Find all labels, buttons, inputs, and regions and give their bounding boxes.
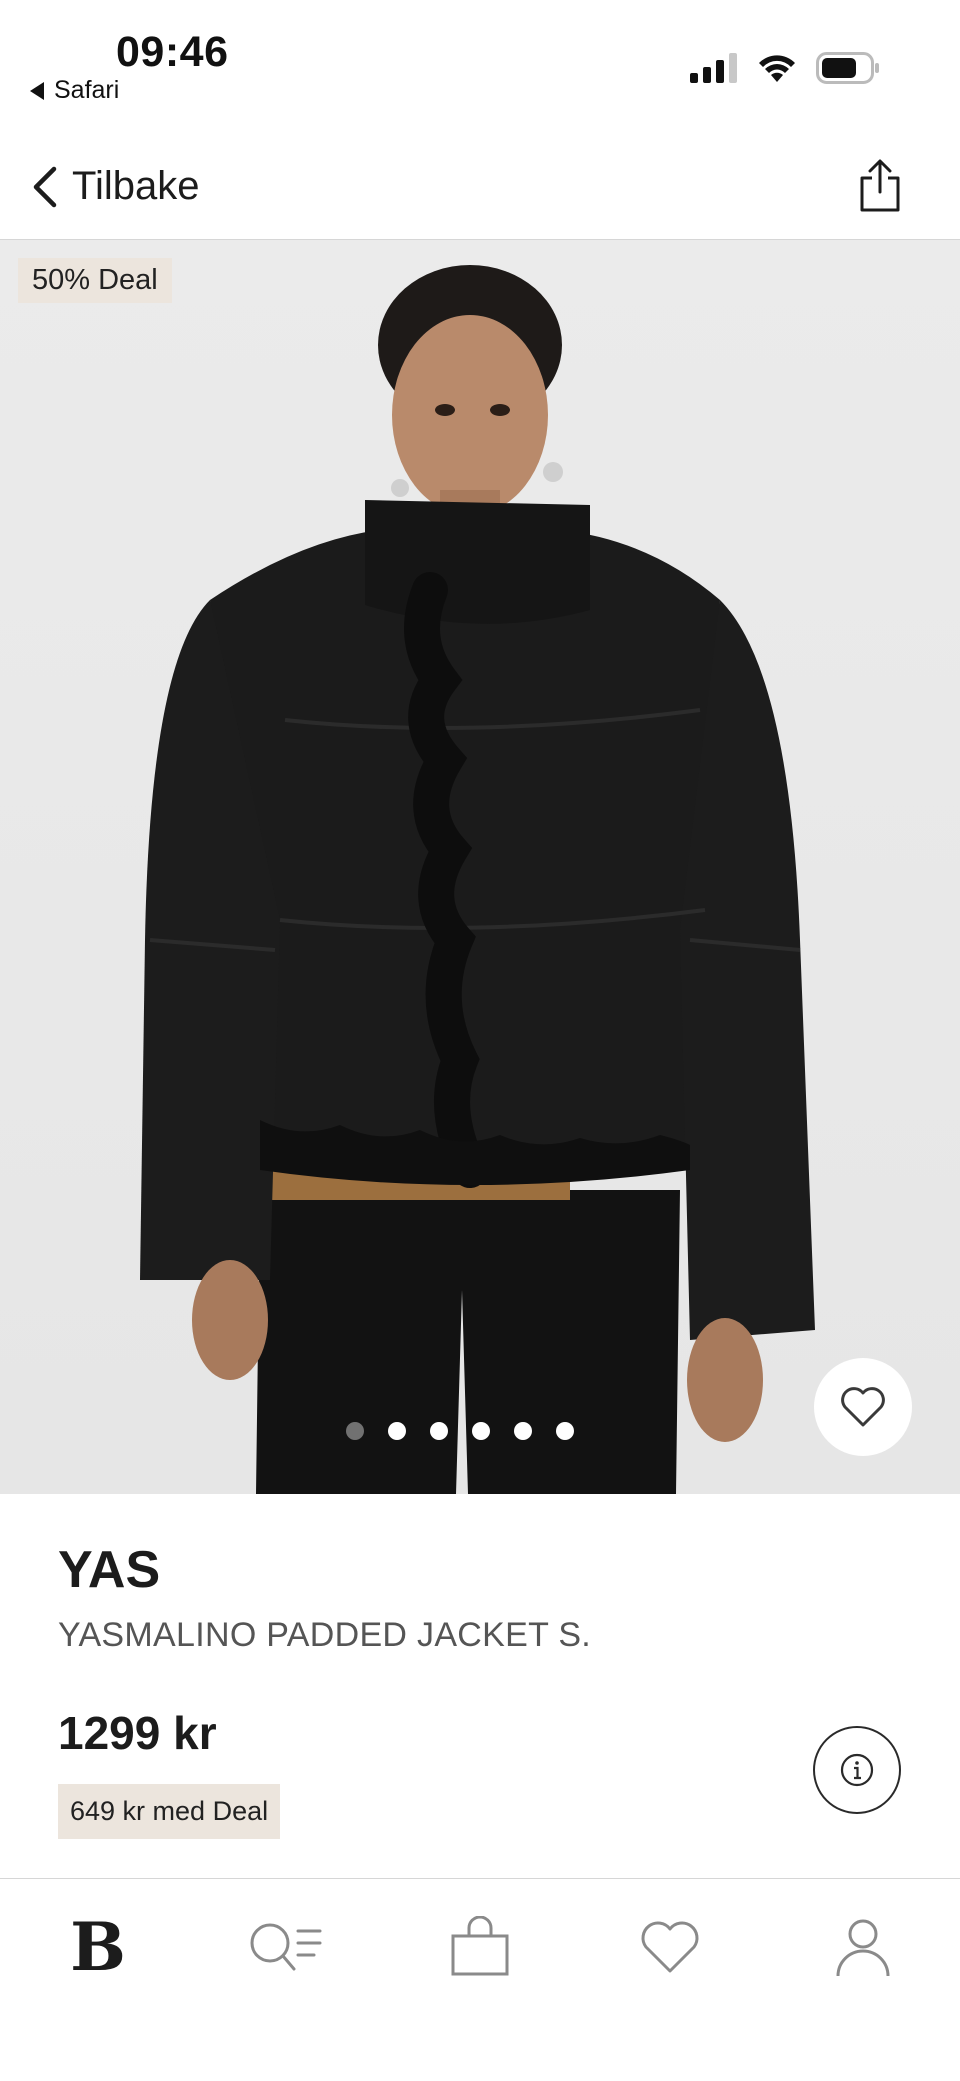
share-button[interactable] [856,158,904,214]
info-icon [840,1753,874,1787]
product-name: YASMALINO PADDED JACKET S. [58,1616,592,1654]
profile-icon [836,1919,890,1977]
back-app-label: Safari [54,76,120,104]
brand-logo: B [70,1908,126,1986]
carousel-dot[interactable] [388,1422,406,1440]
product-image-carousel[interactable]: 50% Deal [0,240,960,1494]
nav-header: Tilbake [0,140,960,240]
favorite-button[interactable] [814,1358,912,1456]
deal-badge: 50% Deal [18,258,172,303]
search-icon [250,1923,322,1971]
heart-icon [641,1921,699,1973]
system-icons [690,52,880,84]
tab-favorites[interactable] [620,1897,720,1997]
bag-icon [451,1916,509,1976]
battery-icon [816,52,879,84]
status-bar: 09:46 Safari [0,0,960,120]
wifi-icon [759,55,795,82]
tab-search[interactable] [236,1897,336,1997]
deal-price-badge: 649 kr med Deal [58,1784,281,1839]
carousel-dot[interactable] [430,1422,448,1440]
back-button[interactable]: Tilbake [30,164,199,209]
product-photo [140,265,815,1494]
chevron-left-icon [33,166,57,207]
tab-profile[interactable] [813,1897,913,1997]
carousel-indicator[interactable] [0,1422,960,1440]
back-to-app-link[interactable]: Safari [30,76,119,105]
share-icon [860,159,900,212]
product-price: 1299 kr [58,1707,217,1759]
status-time: 09:46 [116,28,229,76]
info-button[interactable] [813,1726,901,1814]
carousel-dot[interactable] [556,1422,574,1440]
carousel-dot[interactable] [514,1422,532,1440]
carousel-dot[interactable] [346,1422,364,1440]
carousel-dot[interactable] [472,1422,490,1440]
tab-home[interactable]: B [48,1897,148,1997]
tab-bag[interactable] [430,1897,530,1997]
back-label: Tilbake [72,164,200,208]
bottom-tab-bar: B [0,1878,960,2081]
heart-icon [841,1387,885,1427]
back-triangle-icon [30,81,44,100]
cellular-signal-icon [690,53,737,83]
product-brand[interactable]: YAS [58,1540,160,1600]
